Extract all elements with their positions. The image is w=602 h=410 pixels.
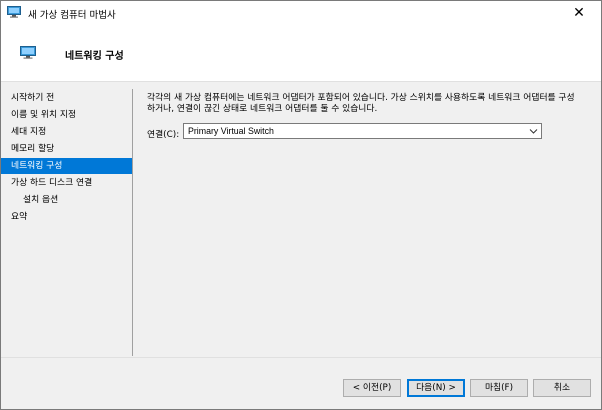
networking-description: 각각의 새 가상 컴퓨터에는 네트워크 어댑터가 포함되어 있습니다. 가상 스…: [147, 93, 575, 114]
footer-divider: [1, 357, 601, 358]
sidebar-item-name-location[interactable]: 이름 및 위치 지정: [1, 107, 132, 123]
sidebar-item-summary[interactable]: 요약: [1, 209, 132, 225]
sidebar-item-virtual-disk[interactable]: 가상 하드 디스크 연결: [1, 175, 132, 191]
next-button[interactable]: 다음(N) >: [407, 379, 465, 397]
title-bar: 새 가상 컴퓨터 마법사 ✕: [1, 1, 601, 25]
chevron-down-icon: [529, 129, 538, 134]
previous-button[interactable]: < 이전(P): [343, 379, 401, 397]
monitor-icon: [20, 46, 36, 59]
page-title: 네트워킹 구성: [65, 51, 124, 62]
window-title: 새 가상 컴퓨터 마법사: [28, 10, 116, 21]
sidebar-item-install-options[interactable]: 설치 옵션: [1, 192, 132, 208]
wizard-window: 새 가상 컴퓨터 마법사 ✕ 네트워킹 구성 시작하기 전 이름 및 위치 지정…: [0, 0, 602, 410]
close-icon: ✕: [573, 5, 585, 21]
wizard-header: 네트워킹 구성: [1, 25, 601, 82]
connection-label: 연결(C):: [147, 130, 180, 140]
finish-button[interactable]: 마침(F): [470, 379, 528, 397]
sidebar-item-networking[interactable]: 네트워킹 구성: [1, 158, 132, 174]
wizard-steps-sidebar: 시작하기 전 이름 및 위치 지정 세대 지정 메모리 할당 네트워킹 구성 가…: [1, 82, 133, 357]
connection-selected-value: Primary Virtual Switch: [188, 126, 274, 136]
close-button[interactable]: ✕: [557, 1, 601, 25]
sidebar-divider: [132, 89, 133, 356]
sidebar-item-memory[interactable]: 메모리 할당: [1, 141, 132, 157]
sidebar-item-before-you-begin[interactable]: 시작하기 전: [1, 90, 132, 106]
monitor-icon: [7, 6, 21, 18]
connection-dropdown[interactable]: Primary Virtual Switch: [183, 123, 542, 139]
cancel-button[interactable]: 취소: [533, 379, 591, 397]
sidebar-item-generation[interactable]: 세대 지정: [1, 124, 132, 140]
